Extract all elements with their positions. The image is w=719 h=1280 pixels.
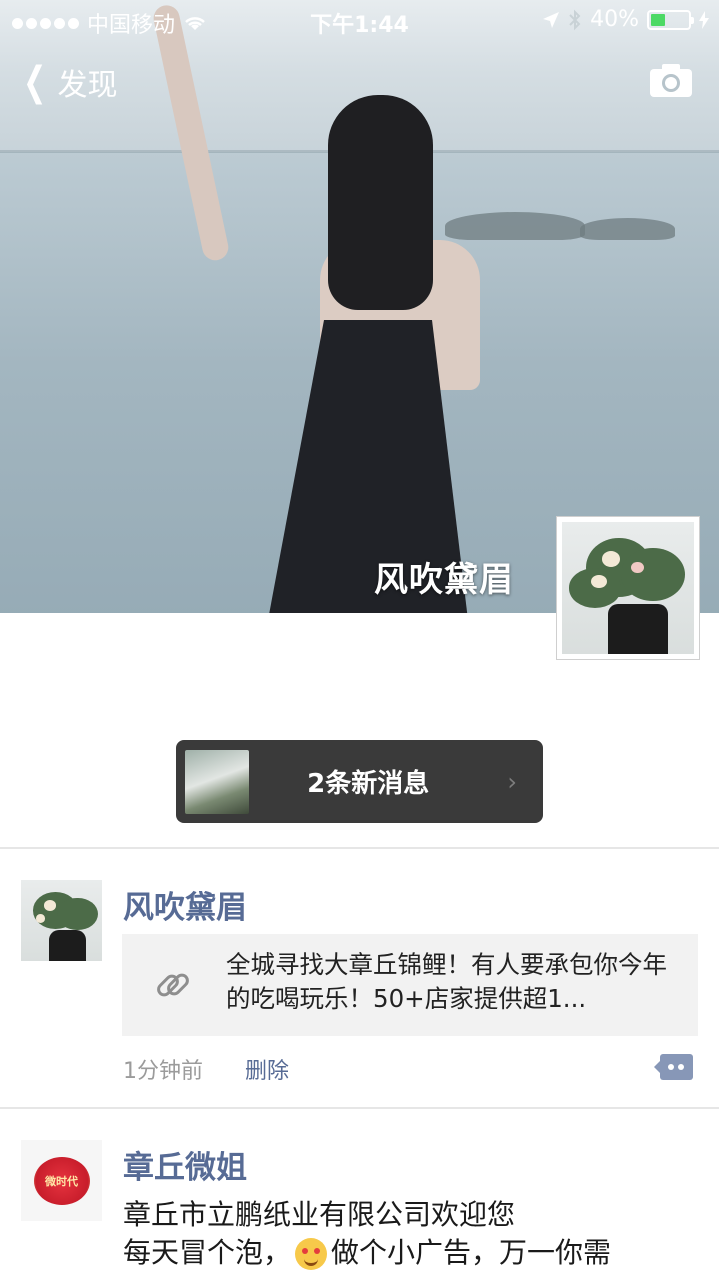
location-arrow-icon <box>543 11 560 28</box>
link-title: 全城寻找大章丘锦鲤！有人要承包你今年的吃喝玩乐！50+店家提供超1... <box>226 950 667 1013</box>
new-messages-label: 2条新消息 <box>307 769 430 799</box>
post-text-line: 章丘市立鹏纸业有限公司欢迎您 <box>123 1198 516 1231</box>
back-button-label: 发现 <box>57 68 118 103</box>
back-button[interactable]: ❮ 发现 <box>18 59 118 105</box>
post-timestamp: 1分钟前 <box>123 1059 203 1084</box>
avatar-badge-label: 微时代 <box>45 1174 78 1188</box>
battery-percent: 40% <box>590 7 639 32</box>
avatar-image <box>562 522 694 654</box>
smiling-emoji-icon <box>295 1238 328 1270</box>
delete-post-button[interactable]: 删除 <box>245 1053 289 1085</box>
charging-bolt-icon <box>699 10 709 29</box>
cover-rock <box>580 218 675 240</box>
new-messages-button[interactable]: 2条新消息 › <box>176 740 543 823</box>
post-avatar[interactable] <box>21 880 102 961</box>
chevron-right-icon: › <box>507 767 517 796</box>
divider <box>0 847 719 849</box>
shared-link-card[interactable]: 全城寻找大章丘锦鲤！有人要承包你今年的吃喝玩乐！50+店家提供超1... <box>122 934 698 1036</box>
cover-rock <box>445 212 585 240</box>
bluetooth-icon <box>569 9 581 30</box>
post-text: 章丘市立鹏纸业有限公司欢迎您 每天冒个泡， 做个小广告，万一你需 <box>123 1196 703 1272</box>
battery-icon <box>647 9 694 30</box>
cover-username: 风吹黛眉 <box>374 560 514 600</box>
status-bar: 中国移动 下午1:44 40% <box>0 0 719 40</box>
comment-action-icon[interactable] <box>654 1052 694 1082</box>
post-text-line: 每天冒个泡， 做个小广告，万一你需 <box>123 1234 703 1272</box>
profile-avatar[interactable] <box>556 516 700 660</box>
cover-figure-hair <box>328 95 433 310</box>
link-icon-box <box>122 934 224 1036</box>
battery-fill <box>651 13 666 26</box>
avatar-heart-badge: 微时代 <box>33 1156 90 1205</box>
post-avatar[interactable]: 微时代 <box>21 1140 102 1221</box>
post-text-segment: 做个小广告，万一你需 <box>331 1236 612 1269</box>
divider <box>0 1107 719 1109</box>
link-icon <box>157 973 189 997</box>
post-author[interactable]: 章丘微姐 <box>123 1142 247 1187</box>
camera-icon[interactable] <box>649 62 693 98</box>
post-text-segment: 每天冒个泡， <box>123 1236 292 1269</box>
avatar-image <box>21 880 102 961</box>
post-author[interactable]: 风吹黛眉 <box>123 882 247 927</box>
chevron-left-icon: ❮ <box>23 59 47 105</box>
